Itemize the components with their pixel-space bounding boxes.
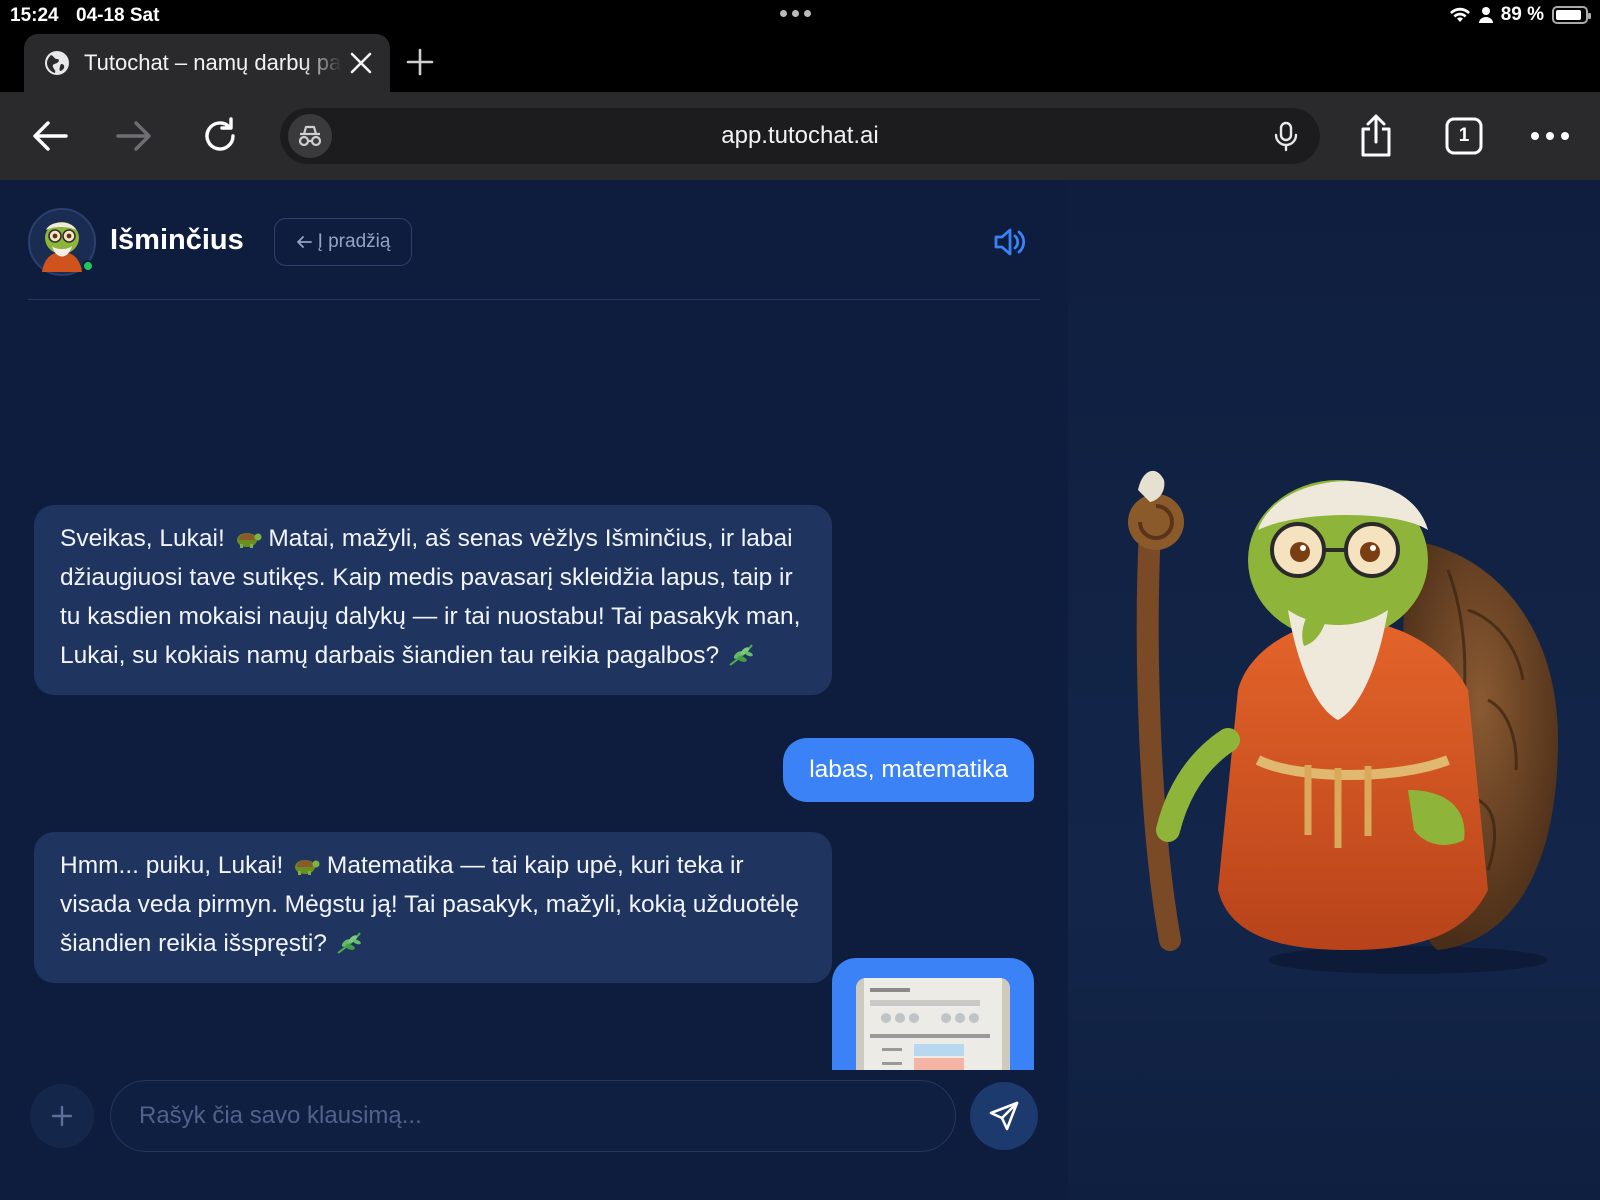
online-indicator (82, 260, 94, 272)
share-icon (1361, 114, 1391, 157)
battery-icon (1552, 6, 1591, 24)
arrow-right-icon (116, 121, 151, 151)
status-right: 89 % (1449, 4, 1591, 26)
composer (0, 1070, 1068, 1200)
status-time: 15:24 (10, 5, 59, 26)
send-button[interactable] (970, 1082, 1038, 1150)
message-text: Hmm... puiku, Lukai! (60, 852, 291, 879)
address-bar[interactable]: app.tutochat.ai (280, 108, 1320, 164)
url-text: app.tutochat.ai (721, 122, 879, 149)
person-icon (1478, 7, 1493, 23)
microphone-icon[interactable] (1270, 120, 1302, 152)
bot-message: Hmm... puiku, Lukai! Matematika — tai ka… (34, 832, 832, 983)
app-container: Išminčius Į pradžią Sveikas, Lukai! Mata… (0, 180, 1600, 1200)
user-message: labas, matematika (783, 738, 1034, 802)
bot-name: Išminčius (110, 224, 244, 256)
browser-toolbar: app.tutochat.ai 1 (0, 92, 1600, 180)
chat-pane: Išminčius Į pradžią Sveikas, Lukai! Mata… (0, 180, 1068, 1200)
character-pane (1068, 180, 1600, 1200)
close-tab-icon[interactable] (348, 50, 374, 76)
reload-button[interactable] (198, 114, 242, 158)
home-button-label: Į pradžią (317, 231, 391, 252)
message-input[interactable] (110, 1080, 956, 1152)
tab-tutochat[interactable]: Tutochat – namų darbų pagalbininkas (24, 34, 390, 92)
status-bar: 15:24 04-18 Sat 89 % (0, 0, 1600, 32)
battery-percent: 89 % (1500, 4, 1544, 25)
tab-strip: Tutochat – namų darbų pagalbininkas (0, 32, 1600, 92)
more-menu-button[interactable] (1528, 114, 1572, 158)
tabs-button[interactable]: 1 (1442, 114, 1486, 158)
wise-turtle-illustration (1128, 470, 1558, 974)
turtle-emoji-icon (236, 533, 262, 548)
turtle-emoji-icon (295, 860, 320, 875)
home-button[interactable]: Į pradžią (274, 218, 412, 266)
herb-emoji-icon (337, 932, 361, 954)
homework-photo[interactable] (856, 978, 1010, 1070)
worksheet-photo-icon (856, 978, 1010, 1070)
more-icon (1531, 132, 1569, 140)
tabs-count: 1 (1458, 125, 1470, 146)
reload-icon (205, 117, 235, 151)
share-button[interactable] (1354, 114, 1398, 158)
arrow-left-icon (296, 236, 312, 248)
bot-message: Sveikas, Lukai! Matai, mažyli, aš senas … (34, 505, 832, 695)
arrow-left-icon (33, 121, 68, 151)
attach-button[interactable] (30, 1084, 94, 1148)
status-date: 04-18 Sat (76, 5, 160, 26)
back-button[interactable] (28, 114, 72, 158)
new-tab-icon[interactable] (404, 46, 436, 78)
forward-button[interactable] (112, 114, 156, 158)
speaker-icon[interactable] (992, 224, 1028, 260)
user-image-message[interactable] (832, 958, 1034, 1070)
multitasking-dots-icon[interactable] (780, 10, 811, 17)
message-list: Sveikas, Lukai! Matai, mažyli, aš senas … (0, 300, 1068, 1070)
tab-title: Tutochat – namų darbų pagalbininkas (84, 50, 342, 75)
message-text: Sveikas, Lukai! (60, 525, 232, 552)
globe-icon (45, 51, 69, 75)
plus-icon (51, 1105, 73, 1127)
chat-header: Išminčius Į pradžią (28, 180, 1040, 300)
send-icon (989, 1101, 1019, 1131)
bot-avatar (28, 208, 96, 276)
message-text: labas, matematika (809, 756, 1008, 783)
herb-emoji-icon (729, 644, 753, 666)
wifi-icon (1449, 7, 1470, 22)
